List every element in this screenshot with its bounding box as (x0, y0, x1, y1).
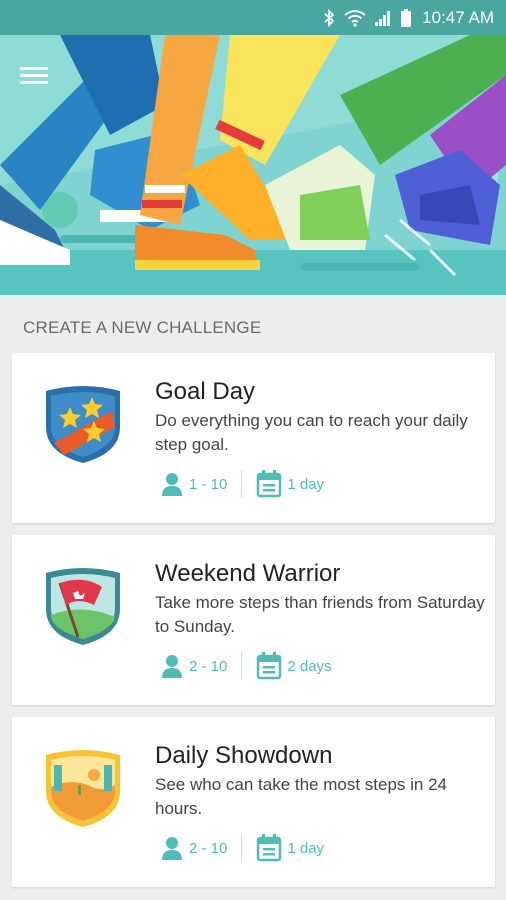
status-bar: 10:47 AM (0, 0, 506, 35)
challenge-meta: 2 - 10 1 day (160, 833, 324, 863)
challenge-description: Do everything you can to reach your dail… (155, 411, 468, 454)
challenge-title: Goal Day (155, 378, 256, 405)
calendar-icon (257, 834, 282, 862)
challenge-card-weekend-warrior[interactable]: Weekend Warrior Take more steps than fri… (12, 535, 495, 705)
stars-badge-icon (46, 386, 120, 463)
calendar-icon (257, 470, 282, 498)
challenge-card-goal-day[interactable]: Goal Day Do everything you can to reach … (12, 353, 495, 523)
battery-icon (401, 8, 412, 27)
divider (241, 470, 243, 498)
divider (241, 652, 243, 680)
participants-count: 2 - 10 (189, 657, 228, 675)
bluetooth-icon (324, 8, 335, 27)
header-illustration (0, 35, 506, 295)
duration: 2 days (287, 657, 332, 675)
divider (241, 834, 243, 862)
signal-icon (375, 10, 391, 26)
flag-badge-icon (46, 568, 120, 645)
desert-badge-icon (46, 750, 120, 827)
challenge-title: Weekend Warrior (155, 560, 341, 587)
calendar-icon (257, 652, 282, 680)
status-time: 10:47 AM (422, 7, 494, 27)
person-icon (162, 473, 182, 496)
participants-count: 1 - 10 (189, 475, 228, 493)
person-icon (162, 837, 182, 860)
challenge-title: Daily Showdown (155, 742, 333, 769)
duration: 1 day (287, 475, 325, 493)
running-feet-illustration (0, 35, 506, 295)
challenge-card-daily-showdown[interactable]: Daily Showdown See who can take the most… (12, 717, 495, 887)
duration: 1 day (287, 839, 325, 857)
challenge-description: Take more steps than friends from Saturd… (155, 593, 485, 636)
person-icon (162, 655, 182, 678)
challenge-description: See who can take the most steps in 24 ho… (155, 775, 448, 818)
hamburger-menu-icon[interactable] (16, 63, 52, 93)
challenge-meta: 1 - 10 1 day (160, 469, 324, 499)
section-title: CREATE A NEW CHALLENGE (23, 318, 262, 337)
participants-count: 2 - 10 (189, 839, 228, 857)
challenge-meta: 2 - 10 2 days (160, 651, 332, 681)
wifi-icon (344, 9, 366, 27)
